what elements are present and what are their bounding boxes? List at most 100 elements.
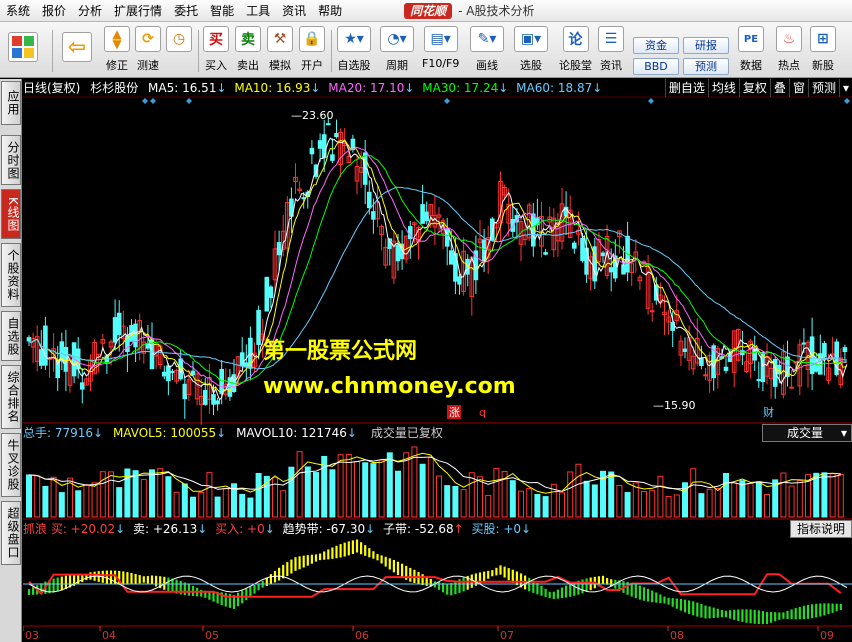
volume-bar bbox=[706, 488, 713, 518]
simulate-button[interactable]: ⚒ 模拟 bbox=[267, 26, 293, 76]
volume-bar bbox=[370, 463, 377, 518]
kline-chart-area[interactable]: —23.60 —15.90 涨 q 财 03 04 05 06 07 08 09 日线(复权) 杉杉股… bbox=[23, 79, 852, 642]
indicator-help-button[interactable]: 指标说明 bbox=[790, 520, 852, 538]
buy-button[interactable]: 买 买入 bbox=[203, 26, 229, 76]
adjust-tab[interactable]: 复权 bbox=[738, 79, 770, 97]
down-arrow-icon: ↓ bbox=[592, 81, 603, 95]
x-axis-tick-label: 06 bbox=[355, 629, 369, 642]
volume-bar bbox=[247, 497, 254, 518]
clock-icon: ◷ bbox=[166, 26, 192, 52]
volume-bar bbox=[296, 451, 303, 518]
volume-bar bbox=[75, 490, 82, 518]
menu-quote[interactable]: 报价 bbox=[36, 0, 72, 22]
news-button[interactable]: ☰ 资讯 bbox=[598, 26, 624, 76]
volume-bar bbox=[755, 481, 762, 518]
bbd-button[interactable]: BBD bbox=[633, 58, 679, 75]
volume-bar bbox=[58, 492, 65, 518]
remove-watchlist-tab[interactable]: 删自选 bbox=[664, 79, 708, 97]
chart-menu-icon[interactable]: ▾ bbox=[838, 79, 852, 97]
candle-body bbox=[112, 317, 118, 343]
candle-body bbox=[649, 310, 655, 313]
stock-screen-button[interactable]: ▣▾ 选股 bbox=[514, 26, 548, 76]
menu-help[interactable]: 帮助 bbox=[312, 0, 348, 22]
volume-bar bbox=[108, 471, 114, 518]
sell-button[interactable]: 卖 卖出 bbox=[235, 26, 261, 76]
volume-bar bbox=[788, 485, 795, 518]
forecast-button[interactable]: 预测 bbox=[683, 58, 729, 75]
window-tab[interactable]: 窗 bbox=[788, 79, 808, 97]
menu-analysis[interactable]: 分析 bbox=[72, 0, 108, 22]
tab-ranking[interactable]: 综合排名 bbox=[1, 365, 21, 429]
menu-bar: 系统 报价 分析 扩展行情 委托 智能 工具 资讯 帮助 同花顺 - A股技术分… bbox=[0, 0, 852, 22]
overlay-tab[interactable]: 叠 bbox=[769, 79, 789, 97]
volume-bar bbox=[26, 474, 32, 518]
menu-smart[interactable]: 智能 bbox=[204, 0, 240, 22]
draw-line-button[interactable]: ✎▾ 画线 bbox=[470, 26, 504, 76]
volume-bar bbox=[493, 468, 500, 518]
menu-tools[interactable]: 工具 bbox=[240, 0, 276, 22]
indicator-select-value: 成交量 bbox=[787, 426, 824, 440]
period-label[interactable]: 日线(复权) bbox=[23, 81, 80, 95]
event-diamond bbox=[844, 98, 850, 104]
x-axis-tick-label: 09 bbox=[820, 629, 834, 642]
candle-body bbox=[371, 211, 376, 220]
candle-body bbox=[424, 211, 429, 222]
ma20-value: MA20: 17.10 bbox=[328, 81, 405, 95]
buy-label: 买入 bbox=[205, 59, 227, 72]
candle-body bbox=[166, 365, 171, 382]
research-button[interactable]: 研报 bbox=[683, 37, 729, 54]
open-account-button[interactable]: 🔒 开户 bbox=[299, 26, 325, 76]
volume-bar bbox=[583, 480, 590, 518]
volume-bar bbox=[173, 491, 180, 518]
ma30-value: MA30: 17.24 bbox=[422, 81, 499, 95]
volume-bar bbox=[304, 466, 311, 518]
menu-extended[interactable]: 扩展行情 bbox=[108, 0, 168, 22]
tab-diagnosis[interactable]: 牛叉诊股 bbox=[1, 433, 21, 497]
event-diamond bbox=[150, 98, 156, 104]
tab-super-panel[interactable]: 超级盘口 bbox=[1, 501, 21, 565]
clock-button[interactable]: ◷ bbox=[166, 26, 192, 76]
period-button[interactable]: ◔▾ 周期 bbox=[380, 26, 414, 76]
speed-test-button[interactable]: ⟳ 测速 bbox=[135, 26, 161, 76]
x-axis-tick-label: 08 bbox=[670, 629, 684, 642]
indicator-header: 抓浪 买: +20.02↓ 卖: +26.13↓ 买入: +0↓ 趋势带: -6… bbox=[23, 520, 531, 538]
volume-bar bbox=[140, 479, 147, 518]
volume-bar bbox=[288, 466, 295, 518]
ipo-button[interactable]: ⊞ 新股 bbox=[810, 26, 836, 76]
f10-button[interactable]: ▤▾ F10/F9 bbox=[422, 26, 459, 76]
sub-band-value: 子带: -52.68 bbox=[383, 522, 454, 536]
kline-chart-svg[interactable]: —23.60 —15.90 涨 q 财 03 04 05 06 07 08 09 bbox=[23, 79, 852, 642]
down-arrow-icon: ↓ bbox=[264, 522, 275, 536]
tab-stock-profile[interactable]: 个股资料 bbox=[1, 243, 21, 307]
candle-body bbox=[211, 394, 216, 405]
menu-trade[interactable]: 委托 bbox=[168, 0, 204, 22]
tab-kline[interactable]: K线图 bbox=[1, 189, 21, 239]
home-button[interactable] bbox=[8, 26, 38, 76]
menu-news[interactable]: 资讯 bbox=[276, 0, 312, 22]
indicator-select[interactable]: 成交量 ▾ bbox=[762, 424, 852, 442]
candle-body bbox=[182, 383, 188, 400]
candle-body bbox=[190, 370, 196, 376]
limit-up-text: 涨 bbox=[449, 406, 460, 419]
candle-body bbox=[116, 312, 122, 336]
data-button[interactable]: PE 数据 bbox=[738, 26, 764, 76]
ma60-value: MA60: 18.87 bbox=[516, 81, 593, 95]
volume-bar bbox=[436, 475, 442, 518]
forecast-tab[interactable]: 预测 bbox=[807, 79, 839, 97]
watchlist-button[interactable]: ★▾ 自选股 bbox=[337, 26, 371, 76]
tab-intraday[interactable]: 分时图 bbox=[1, 135, 21, 185]
tab-apps[interactable]: 应用 bbox=[1, 81, 21, 125]
back-button[interactable]: ⇦ bbox=[62, 26, 92, 76]
tab-watchlist[interactable]: 自选股 bbox=[1, 311, 21, 361]
volume-bar bbox=[132, 470, 139, 518]
hot-button[interactable]: ♨ 热点 bbox=[776, 26, 802, 76]
chart-option-tabs: 删自选 均线 复权 叠 窗 预测 ▾ bbox=[664, 79, 852, 97]
forum-button[interactable]: 论 论股堂 bbox=[559, 26, 592, 76]
menu-system[interactable]: 系统 bbox=[0, 0, 36, 22]
correct-button[interactable]: ▲ ▼ 修正 bbox=[104, 26, 130, 76]
toolbar-separator bbox=[52, 30, 53, 72]
volume-bar bbox=[395, 470, 401, 518]
ma-tab[interactable]: 均线 bbox=[707, 79, 739, 97]
capital-button[interactable]: 资金 bbox=[633, 37, 679, 54]
down-arrow-icon: ↓ bbox=[216, 426, 227, 440]
